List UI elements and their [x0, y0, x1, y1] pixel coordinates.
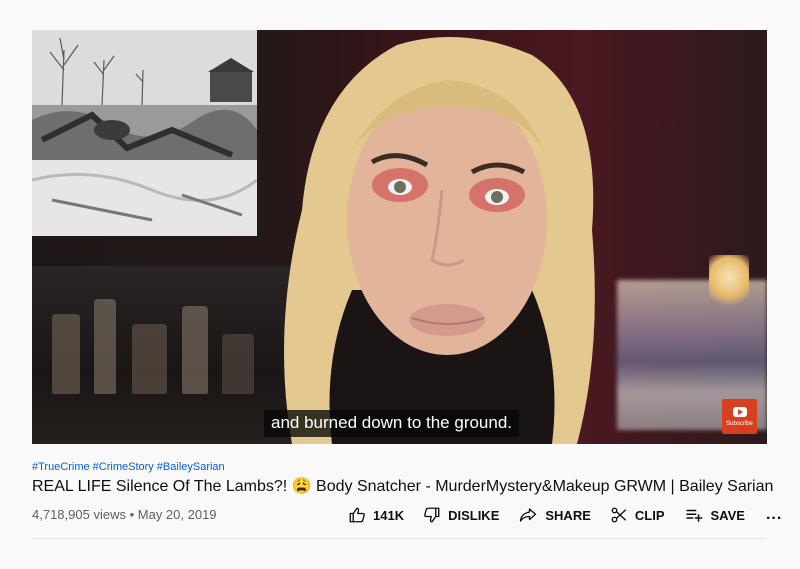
like-count: 141K [373, 507, 405, 523]
share-label: SHARE [545, 507, 591, 523]
view-count: 4,718,905 views [32, 507, 126, 522]
more-actions-icon[interactable]: ... [766, 506, 782, 524]
action-bar: 141K DISLIKE SHARE CLIP SAVE ... [348, 504, 782, 526]
dislike-button[interactable]: DISLIKE [423, 506, 499, 524]
clip-label: CLIP [634, 507, 665, 523]
clip-button[interactable]: CLIP [610, 506, 665, 524]
save-label: SAVE [710, 507, 745, 523]
background-lamp [709, 255, 749, 310]
share-icon [520, 508, 537, 522]
hashtag-link[interactable]: #CrimeStory [93, 461, 154, 473]
like-button[interactable]: 141K [348, 506, 404, 524]
save-button[interactable]: SAVE [684, 506, 745, 524]
video-player[interactable]: and burned down to the ground. Subscribe [32, 30, 767, 444]
video-meta: 4,718,905 views • May 20, 2019 [32, 507, 217, 522]
video-subtitle: and burned down to the ground. [264, 410, 520, 437]
subscribe-watermark[interactable]: Subscribe [722, 399, 757, 434]
hashtag-link[interactable]: #TrueCrime [32, 461, 90, 473]
share-button[interactable]: SHARE [518, 506, 591, 524]
subscribe-label: Subscribe [726, 420, 753, 427]
historical-photo-inset [32, 30, 258, 236]
thumbs-down-icon [424, 507, 440, 523]
video-title: REAL LIFE Silence Of The Lambs?! 😩 Body … [32, 478, 774, 495]
thumbs-up-icon [349, 507, 365, 523]
hashtag-list: #TrueCrime #CrimeStory #BaileySarian [32, 461, 228, 473]
dislike-label: DISLIKE [448, 507, 500, 523]
presenter-figure [232, 30, 632, 444]
scissors-icon [611, 507, 627, 523]
meta-separator: • [129, 507, 135, 522]
divider [32, 538, 767, 539]
hashtag-link[interactable]: #BaileySarian [157, 461, 225, 473]
youtube-logo-icon [732, 406, 747, 417]
playlist-add-icon [686, 509, 702, 522]
upload-date: May 20, 2019 [137, 507, 217, 522]
